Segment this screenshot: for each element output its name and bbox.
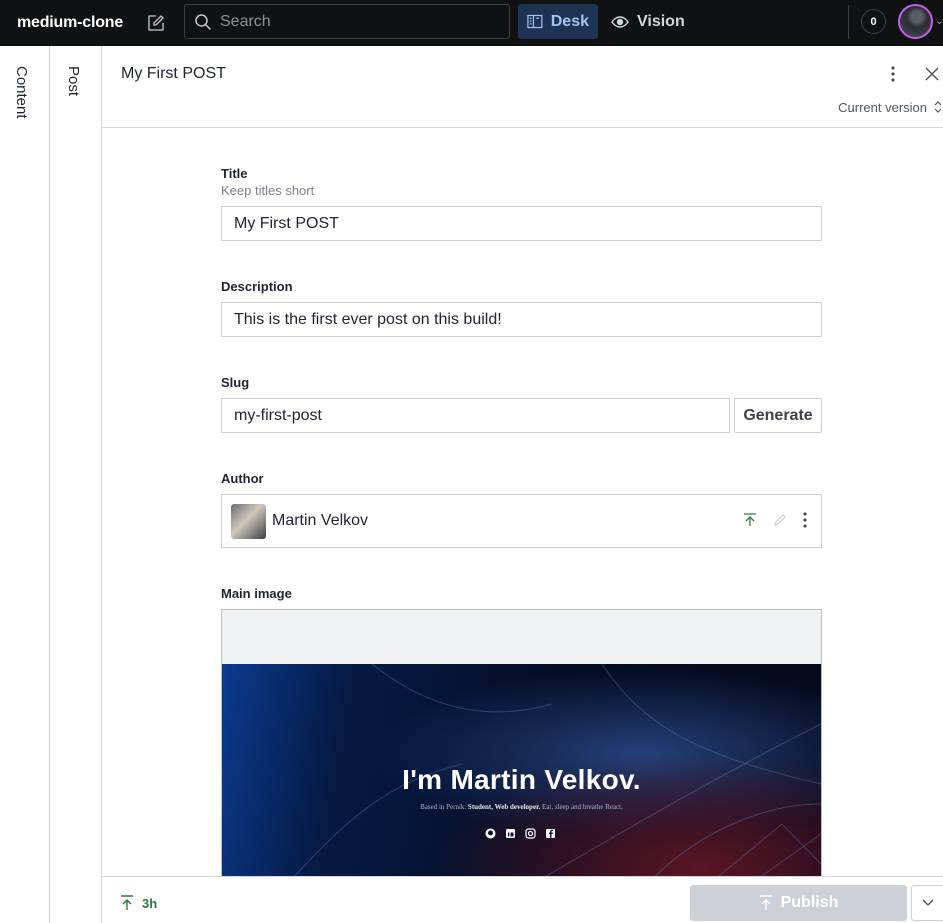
notification-badge[interactable]: 0 [861,9,886,34]
editor-header: My First POST Current version [102,46,943,128]
pane-content[interactable]: Content [0,46,50,923]
search-input[interactable] [220,12,490,31]
compose-icon[interactable] [145,12,167,34]
document-title: My First POST [121,65,226,82]
chevron-down-icon [922,899,934,906]
published-icon [744,513,756,526]
search-field[interactable] [184,4,510,39]
chevron-down-icon[interactable]: ⌄ [935,14,943,27]
tool-vision[interactable]: Vision [602,4,694,39]
publish-icon [759,895,772,910]
field-description-label: Description [221,279,293,294]
field-title-description: Keep titles short [221,183,315,198]
facebook-icon [545,826,556,838]
field-title-label: Title [221,166,248,181]
hero-title: I'm Martin Velkov. [402,764,641,795]
search-icon [195,13,212,30]
close-icon[interactable] [922,64,942,84]
published-icon [121,895,133,910]
document-footer: 3h Publish [102,876,943,923]
publish-menu-button[interactable] [911,885,943,921]
title-input[interactable] [221,206,822,241]
generate-slug-button[interactable]: Generate [734,398,822,433]
document-editor: My First POST Current version Title Keep… [102,46,943,923]
slug-input[interactable] [221,398,730,433]
hero-subtitle-bold: Student, Web developer. [467,803,541,811]
field-slug-label: Slug [221,375,250,390]
status-time: 3h [142,895,158,911]
brand-name[interactable]: medium-clone [17,14,123,32]
description-input[interactable] [221,302,822,337]
eye-icon [611,15,629,28]
author-name[interactable]: Martin Velkov [272,512,368,530]
publish-status[interactable]: 3h [120,895,157,911]
field-main-image-label: Main image [221,586,292,601]
version-label: Current version [838,99,927,115]
more-menu-icon[interactable] [885,64,901,84]
hero-subtitle-prefix: Based in Pernik. [420,803,468,811]
field-author-label: Author [221,471,264,486]
publish-button[interactable]: Publish [690,885,907,921]
image-preview[interactable]: I'm Martin Velkov. Based in Pernik. Stud… [221,609,822,889]
field-title: Title Keep titles short [221,166,822,241]
desk-icon [527,14,543,29]
hero-subtitle: Based in Pernik. Student, Web developer.… [222,803,821,811]
social-icons [485,826,556,839]
instagram-icon [525,826,536,839]
hero-image: I'm Martin Velkov. Based in Pernik. Stud… [222,664,821,888]
divider [848,5,849,39]
github-icon [485,826,496,839]
field-slug: Slug Generate [221,375,822,433]
version-selector[interactable]: Current version [838,99,943,115]
author-menu-icon[interactable] [803,512,807,528]
publish-label: Publish [780,894,839,911]
author-avatar [231,503,266,539]
tool-vision-label: Vision [637,12,685,30]
pane-post-label: Post [65,66,82,97]
field-author: Author Martin Velkov [221,471,822,548]
tool-desk-label: Desk [550,12,589,30]
tool-desk[interactable]: Desk [518,4,598,39]
chevron-updown-icon [934,101,942,113]
linkedin-icon [505,826,516,838]
edit-pencil-icon [774,514,786,526]
field-main-image: Main image I'm Martin Velkov. Based in P… [221,586,822,889]
author-reference[interactable]: Martin Velkov [221,494,822,548]
user-avatar[interactable] [898,4,933,39]
top-navbar: medium-clone Desk Vision 0 ⌄ [0,0,943,46]
hero-subtitle-suffix: Eat, sleep and breathe React. [540,803,623,811]
pane-content-label: Content [13,66,30,119]
field-description: Description [221,279,822,337]
pane-post[interactable]: Post [50,46,102,923]
